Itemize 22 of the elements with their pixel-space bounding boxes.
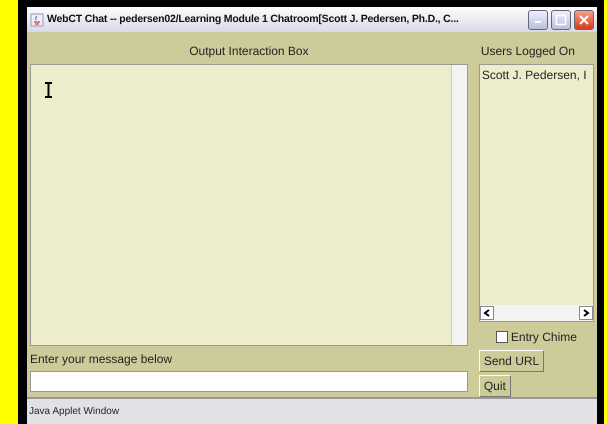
users-label: Users Logged On: [480, 44, 575, 58]
status-text: Java Applet Window: [29, 406, 120, 417]
scroll-left-icon[interactable]: [480, 306, 494, 320]
output-label: Output Interaction Box: [189, 44, 309, 58]
vertical-scrollbar[interactable]: [450, 65, 467, 345]
close-button[interactable]: [574, 10, 594, 30]
scroll-right-icon[interactable]: [579, 306, 593, 320]
entry-chime-label: Entry Chime: [510, 329, 577, 346]
text-cursor-icon: [44, 82, 53, 98]
horizontal-scrollbar[interactable]: [480, 305, 593, 321]
user-item[interactable]: Scott J. Pedersen, I: [480, 65, 593, 85]
action-button[interactable]: Quit: [478, 375, 511, 397]
maximize-icon: [555, 14, 567, 26]
entry-chime-checkbox[interactable]: [496, 331, 508, 343]
message-label: Enter your message below: [30, 352, 172, 366]
window-title: WebCT Chat -- pedersen02/Learning Module 1 Chatroom[Scott J. Pedersen, Ph.D., C...: [47, 12, 460, 27]
message-field[interactable]: [30, 371, 468, 392]
minimize-button[interactable]: [528, 10, 548, 30]
maximize-button[interactable]: [551, 10, 571, 30]
java-icon: [30, 12, 44, 26]
action-button[interactable]: Send URL: [478, 350, 544, 372]
close-icon: [578, 14, 590, 26]
